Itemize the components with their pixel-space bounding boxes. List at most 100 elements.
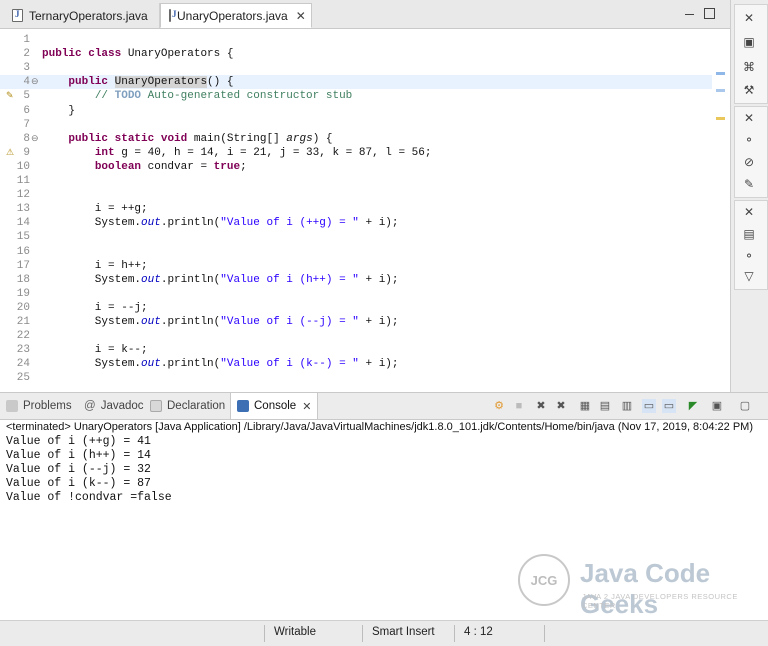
- close-icon[interactable]: ✕: [741, 11, 757, 25]
- console-output-line: Value of i (h++) = 14: [6, 449, 151, 462]
- maximize-icon[interactable]: [704, 8, 715, 19]
- tab-label: Console: [254, 400, 297, 412]
- code-line[interactable]: 21 System.out.println("Value of i (--j) …: [0, 315, 712, 329]
- pin-icon[interactable]: ✎: [741, 177, 757, 191]
- tab-label: Problems: [23, 400, 72, 412]
- line-number: 6: [23, 104, 30, 117]
- outline-icon[interactable]: ▤: [741, 227, 757, 241]
- fold-toggle-icon[interactable]: ⊖: [31, 75, 40, 89]
- bubbles-icon[interactable]: ⚬: [741, 249, 757, 263]
- code-line[interactable]: 15: [0, 230, 712, 244]
- code-line[interactable]: 5 // TODO Auto-generated constructor stu…: [0, 89, 712, 103]
- remove-all-icon[interactable]: ✖: [554, 399, 568, 413]
- display-console-icon[interactable]: ▣: [710, 399, 724, 413]
- code-line[interactable]: 25: [0, 371, 712, 385]
- code-line[interactable]: 14 System.out.println("Value of i (++g) …: [0, 216, 712, 230]
- line-number: 11: [16, 175, 30, 187]
- scroll-lock-icon[interactable]: ▤: [598, 399, 612, 413]
- clear-console-icon[interactable]: ▦: [578, 399, 592, 413]
- bubbles-icon[interactable]: ⚬: [741, 133, 757, 147]
- close-icon[interactable]: ✕: [296, 9, 306, 23]
- chevron-down-icon[interactable]: ▽: [741, 269, 757, 283]
- code-line[interactable]: 6 }: [0, 104, 712, 118]
- watermark-logo: JCG Java Code Geeks JAVA 2 JAVA DEVELOPE…: [518, 552, 748, 619]
- code-line[interactable]: 3: [0, 61, 712, 75]
- code-text: boolean condvar = true;: [94, 160, 247, 173]
- divider: [454, 625, 455, 642]
- watermark-title: Java Code Geeks: [580, 558, 711, 619]
- ruler-warning-mark[interactable]: [716, 117, 725, 120]
- line-number: 13: [16, 203, 30, 216]
- editor-tab-bar: TernaryOperators.java UnaryOperators.jav…: [0, 0, 730, 29]
- console-terminated-line: <terminated> UnaryOperators [Java Applic…: [6, 421, 753, 433]
- overview-ruler[interactable]: [712, 29, 730, 388]
- close-icon[interactable]: ✕: [302, 400, 311, 413]
- status-cursor-position: 4 : 12: [464, 626, 493, 638]
- line-number: 25: [16, 372, 30, 385]
- no-entry-icon[interactable]: ⊘: [741, 155, 757, 169]
- tab-declaration[interactable]: Declaration: [150, 393, 225, 419]
- code-line[interactable]: 24 System.out.println("Value of i (k--) …: [0, 357, 712, 371]
- show-stdout-icon[interactable]: ▭: [642, 399, 656, 413]
- code-line[interactable]: 18 System.out.println("Value of i (h++) …: [0, 273, 712, 287]
- remove-launch-icon[interactable]: ✖: [534, 399, 548, 413]
- tab-unary-operators[interactable]: UnaryOperators.java ✕: [160, 3, 312, 28]
- status-insert-mode: Smart Insert: [372, 626, 435, 638]
- new-task-icon[interactable]: ▣: [741, 35, 757, 49]
- ruler-occurrence-mark[interactable]: [716, 89, 725, 92]
- close-icon[interactable]: ✕: [741, 111, 757, 125]
- code-line[interactable]: 11: [0, 174, 712, 188]
- code-line[interactable]: 10 boolean condvar = true;: [0, 160, 712, 174]
- code-text: public static void main(String[] args) {: [68, 132, 333, 145]
- ruler-occurrence-mark[interactable]: [716, 72, 725, 75]
- show-stderr-icon[interactable]: ▭: [662, 399, 676, 413]
- close-icon[interactable]: ✕: [741, 205, 757, 219]
- code-line[interactable]: 16: [0, 245, 712, 259]
- code-line[interactable]: 7: [0, 118, 712, 132]
- console-tab-bar: Problems @ Javadoc Declaration Console ✕…: [0, 393, 768, 420]
- tools-icon[interactable]: ⚒: [741, 83, 757, 97]
- code-text: System.out.println("Value of i (k--) = "…: [42, 358, 399, 371]
- tab-label: TernaryOperators.java: [29, 8, 148, 23]
- terminate-icon[interactable]: ■: [512, 399, 526, 413]
- line-number: 3: [23, 62, 30, 75]
- tab-javadoc[interactable]: @ Javadoc: [84, 393, 144, 419]
- tab-problems[interactable]: Problems: [6, 393, 72, 419]
- tools-icon[interactable]: ⚙: [492, 399, 506, 413]
- code-line[interactable]: 2 public class UnaryOperators {: [0, 47, 712, 61]
- line-number: 10: [16, 160, 30, 173]
- editor-area: TernaryOperators.java UnaryOperators.jav…: [0, 0, 730, 388]
- code-line[interactable]: 4 ⊖ public UnaryOperators() {: [0, 75, 712, 90]
- watermark-subtitle: JAVA 2 JAVA DEVELOPERS RESOURCE CENTER: [582, 592, 738, 610]
- code-line[interactable]: 8 ⊖ public static void main(String[] args…: [0, 132, 712, 146]
- code-line[interactable]: 20 i = --j;: [0, 301, 712, 315]
- open-console-icon[interactable]: ▢: [738, 399, 752, 413]
- code-line[interactable]: 1: [0, 33, 712, 47]
- tab-label: Declaration: [167, 400, 226, 412]
- line-number: 17: [16, 259, 30, 272]
- code-text: int g = 40, h = 14, i = 21, j = 33, k = …: [94, 146, 432, 159]
- link-icon[interactable]: ⌘: [741, 60, 757, 74]
- code-line[interactable]: 9 int g = 40, h = 14, i = 21, j = 33, k …: [0, 146, 712, 160]
- code-line[interactable]: 12: [0, 188, 712, 202]
- minimize-icon[interactable]: [684, 8, 695, 19]
- code-editor[interactable]: 1 2 public class UnaryOperators {3 4 ⊖ publi…: [0, 29, 712, 388]
- code-line[interactable]: 13 i = ++g;: [0, 202, 712, 216]
- code-line[interactable]: 19: [0, 287, 712, 301]
- code-text: public UnaryOperators() {: [68, 76, 234, 89]
- pin-console-icon[interactable]: ◤: [686, 399, 700, 413]
- word-wrap-icon[interactable]: ▥: [620, 399, 634, 413]
- code-line[interactable]: 23 i = k--;: [0, 343, 712, 357]
- tab-ternary-operators[interactable]: TernaryOperators.java: [4, 3, 160, 28]
- fold-toggle-icon[interactable]: ⊖: [31, 132, 40, 146]
- line-number: 24: [16, 358, 30, 371]
- code-text: public class UnaryOperators {: [42, 48, 234, 61]
- task-marker-icon[interactable]: ✎: [6, 89, 16, 101]
- warning-marker-icon[interactable]: ⚠: [6, 146, 16, 158]
- console-icon: [237, 400, 249, 412]
- status-writable: Writable: [274, 626, 316, 638]
- tab-console[interactable]: Console ✕: [230, 393, 319, 419]
- side-group-outline3: ✕ ▤ ⚬ ▽: [734, 200, 768, 290]
- code-line[interactable]: 17 i = h++;: [0, 259, 712, 273]
- code-line[interactable]: 22: [0, 329, 712, 343]
